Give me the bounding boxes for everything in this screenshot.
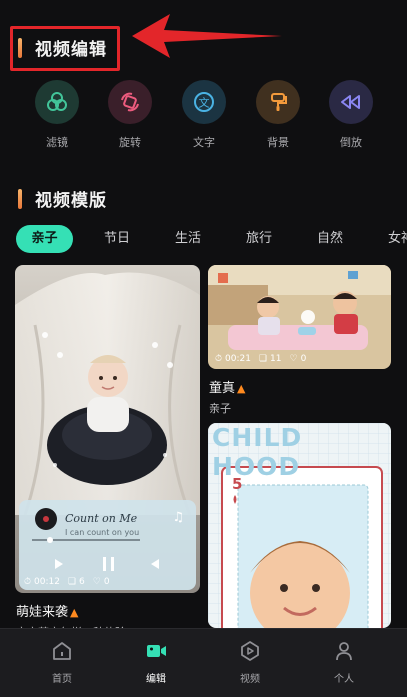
rotate-icon [108,80,152,124]
tool-label: 滤镜 [46,136,68,149]
accent-bar [18,188,22,209]
nav-profile[interactable]: 个人 [314,639,374,685]
category-tabs: 亲子 节日 生活 旅行 自然 女神 [16,225,407,253]
clip-count: 11 [270,354,282,364]
tab-nature[interactable]: 自然 [317,225,343,253]
song-title: Count on Me [65,512,138,525]
tab-holiday[interactable]: 节日 [104,225,130,253]
heart-icon: ♡ [92,577,101,587]
nav-label: 编辑 [146,674,166,685]
template-card-classroom[interactable]: ⏱ 00:21 ❏ 11 ♡ 0 [208,265,391,369]
tab-travel[interactable]: 旅行 [246,225,272,253]
nav-label: 个人 [334,674,354,685]
filter-icon [35,80,79,124]
music-note-icon: ♫ [172,510,184,525]
rewind-icon [329,80,373,124]
song-lyric: I can count on you [65,528,140,537]
tool-rewind[interactable]: 倒放 [321,80,381,150]
heart-icon: ♡ [289,354,298,364]
tab-life[interactable]: 生活 [175,225,201,253]
template-card-childhood[interactable]: CHILD HOOD 5 [208,423,391,628]
video-icon [241,641,259,661]
tool-label: 背景 [267,136,289,149]
nav-edit[interactable]: 编辑 [126,639,186,685]
duration: 00:21 [225,354,251,364]
card-stats: ⏱ 00:21 ❏ 11 ♡ 0 [215,354,306,364]
profile-icon [336,642,352,661]
templates-title: 视频模版 [35,191,107,211]
clip-count: 6 [79,577,85,587]
card-title: 童真 [209,381,236,396]
flame-icon: ▲ [237,382,246,395]
video-edit-header: 视频编辑 [18,35,107,60]
nav-video[interactable]: 视频 [220,639,280,685]
card-subtitle: 亲子 [209,402,231,415]
tool-text[interactable]: 文 文字 [174,80,234,150]
tools-row: 滤镜 旋转 文 文字 背景 倒放 [0,80,407,150]
tab-goddess[interactable]: 女神 [388,225,407,253]
tool-label: 倒放 [340,136,362,149]
nav-label: 视频 [240,674,260,685]
templates-header: 视频模版 [18,186,107,211]
svg-text:文: 文 [199,96,210,110]
childhood-banner-text: CHILD HOOD [212,423,303,481]
tool-rotate[interactable]: 旋转 [100,80,160,150]
like-count: 0 [300,354,307,364]
background-icon [256,80,300,124]
clock-icon: ⏱ [24,577,32,587]
flame-icon: ▲ [70,606,79,619]
nav-label: 首页 [52,674,72,685]
card-classroom-meta: 童真 ▲ 亲子 [209,377,245,416]
home-icon [53,642,71,660]
tab-parent-child[interactable]: 亲子 [16,225,73,253]
bottom-nav: 首页 编辑 视频 个人 [0,628,407,697]
card-rank: 5 [232,475,243,493]
annotation-arrow [132,14,282,58]
card-title: 萌娃来袭 [16,605,69,620]
layers-icon: ❏ [258,354,268,364]
tool-label: 文字 [193,136,215,149]
like-count: 0 [103,577,110,587]
clock-icon: ⏱ [215,354,223,364]
template-card-baby[interactable]: Count on Me I can count on you ♫ ⏱ 00:12… [15,265,200,593]
accent-bar [18,37,22,58]
tool-filter[interactable]: 滤镜 [27,80,87,150]
tool-background[interactable]: 背景 [248,80,308,150]
video-edit-title: 视频编辑 [35,40,107,60]
text-icon: 文 [182,80,226,124]
card-stats: ⏱ 00:12 ❏ 6 ♡ 0 [24,577,110,587]
baby-photo-image [15,265,200,593]
nav-home[interactable]: 首页 [32,639,92,685]
tool-label: 旋转 [119,136,141,149]
edit-icon [147,645,166,657]
layers-icon: ❏ [67,577,77,587]
duration: 00:12 [34,577,60,587]
